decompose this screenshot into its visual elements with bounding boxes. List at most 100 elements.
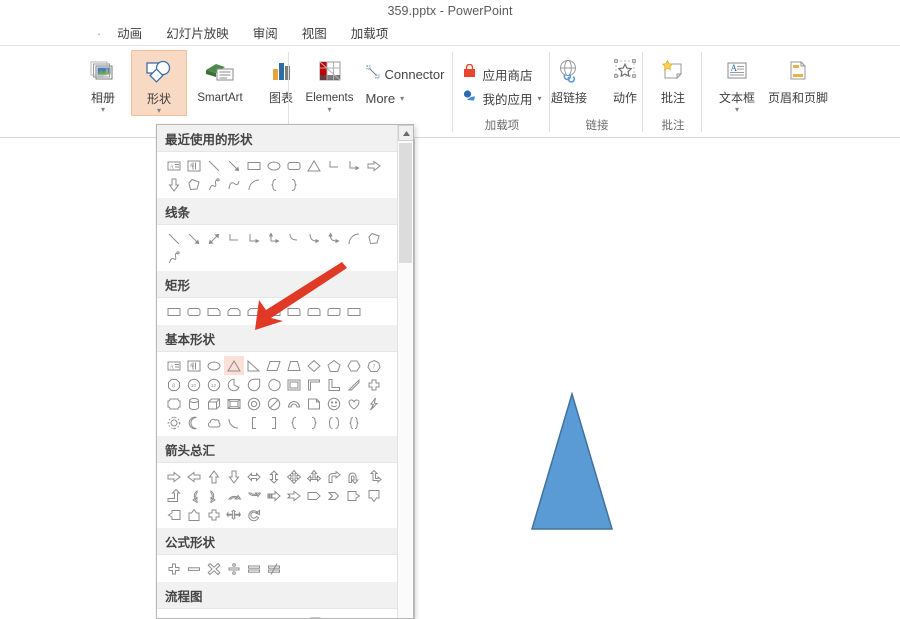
shape-parallelogram[interactable]	[264, 356, 284, 375]
shape-left-arrow[interactable]	[184, 467, 204, 486]
shape-l-shape[interactable]	[324, 375, 344, 394]
shape-double-bracket[interactable]	[324, 413, 344, 432]
elements-caret-icon[interactable]: ▾	[327, 106, 331, 114]
shape-chord[interactable]	[264, 375, 284, 394]
tab-review[interactable]: 审阅	[241, 23, 290, 45]
shape-dodecagon[interactable]: 12	[204, 375, 224, 394]
tab-animations[interactable]: 动画	[105, 23, 154, 45]
shape-round-diagonal-corner[interactable]	[324, 302, 344, 321]
shape-line-arrow[interactable]	[224, 156, 244, 175]
shape-left-bracket[interactable]	[244, 413, 264, 432]
shape-division-sign[interactable]	[224, 559, 244, 578]
shape-bevel[interactable]	[224, 394, 244, 413]
shape-fc-predefined-process[interactable]	[244, 613, 264, 619]
shape-down-arrow[interactable]	[164, 175, 184, 194]
shape-triangle[interactable]	[304, 156, 324, 175]
photo-album-caret-icon[interactable]: ▾	[101, 106, 105, 114]
shape-right-arrow[interactable]	[164, 467, 184, 486]
shape-diagonal-stripe[interactable]	[344, 375, 364, 394]
shape-fc-process[interactable]	[164, 613, 184, 619]
shape-rounded-rectangle[interactable]	[284, 156, 304, 175]
shape-fc-data[interactable]	[224, 613, 244, 619]
tab-partial[interactable]: ·	[97, 23, 105, 45]
shape-curve[interactable]	[224, 175, 244, 194]
shape-frame[interactable]	[284, 375, 304, 394]
shape-pentagon[interactable]	[324, 356, 344, 375]
shape-hexagon[interactable]	[344, 356, 364, 375]
shape-heart[interactable]	[344, 394, 364, 413]
shape-right-arrow-callout[interactable]	[344, 486, 364, 505]
shape-minus-sign[interactable]	[184, 559, 204, 578]
shape-u-turn-arrow[interactable]	[344, 467, 364, 486]
shape-text-box[interactable]: A	[164, 156, 184, 175]
shapes-gallery-dropdown[interactable]: 最近使用的形状 AA 线条 矩形 基本形状 AA781012 箭头总汇	[156, 124, 414, 619]
shape-oval[interactable]	[204, 356, 224, 375]
shape-quad-arrow[interactable]	[284, 467, 304, 486]
shape-fc-preparation[interactable]	[344, 613, 364, 619]
comment-button[interactable]: 批注	[645, 50, 701, 105]
shape-donut[interactable]	[244, 394, 264, 413]
shape-text-box[interactable]: A	[164, 356, 184, 375]
shape-elbow-arrow-connector[interactable]	[344, 156, 364, 175]
shape-multiply-sign[interactable]	[204, 559, 224, 578]
shape-left-brace[interactable]	[284, 413, 304, 432]
shape-right-bracket[interactable]	[264, 413, 284, 432]
tab-addins[interactable]: 加载项	[339, 23, 401, 45]
shape-striped-right-arrow[interactable]	[264, 486, 284, 505]
shape-vertical-text-box[interactable]: A	[184, 156, 204, 175]
shapes-caret-icon[interactable]: ▾	[157, 107, 161, 115]
shape-decagon[interactable]: 10	[184, 375, 204, 394]
shape-cross[interactable]	[364, 375, 384, 394]
gallery-scrollbar[interactable]	[397, 125, 413, 618]
shape-curved-arrow-connector[interactable]	[304, 229, 324, 248]
shape-chevron[interactable]	[324, 486, 344, 505]
shape-freeform[interactable]	[364, 229, 384, 248]
shape-right-arrow[interactable]	[364, 156, 384, 175]
shape-pentagon-arrow[interactable]	[304, 486, 324, 505]
shape-left-right-arrow[interactable]	[244, 467, 264, 486]
shape-elbow-double-arrow[interactable]	[264, 229, 284, 248]
connector-button[interactable]: Connector	[363, 62, 448, 86]
shape-fc-decision[interactable]	[204, 613, 224, 619]
shape-vertical-text-box[interactable]: A	[184, 356, 204, 375]
more-caret-icon[interactable]: ▾	[400, 95, 404, 103]
shape-arc[interactable]	[344, 229, 364, 248]
shape-curved-connector[interactable]	[284, 229, 304, 248]
shape-bent-up-arrow[interactable]	[164, 486, 184, 505]
shape-down-arrow[interactable]	[224, 467, 244, 486]
shape-arc-shape[interactable]	[224, 413, 244, 432]
shape-cloud[interactable]	[204, 413, 224, 432]
shape-snip-and-round-corner[interactable]	[264, 302, 284, 321]
shape-snip-same-side-corner[interactable]	[224, 302, 244, 321]
shape-bent-arrow[interactable]	[324, 467, 344, 486]
shape-fc-alternate-process[interactable]	[184, 613, 204, 619]
more-button[interactable]: More ▾	[363, 86, 448, 110]
text-box-button[interactable]: A 文本框 ▾	[709, 50, 765, 114]
tab-slideshow[interactable]: 幻灯片放映	[154, 23, 241, 45]
shape-snip-single-corner[interactable]	[204, 302, 224, 321]
shape-half-frame[interactable]	[304, 375, 324, 394]
shape-diamond[interactable]	[304, 356, 324, 375]
shape-arc[interactable]	[244, 175, 264, 194]
shape-teardrop[interactable]	[244, 375, 264, 394]
shape-right-brace[interactable]	[284, 175, 304, 194]
shape-curved-up-arrow[interactable]	[224, 486, 244, 505]
shape-elbow-connector[interactable]	[324, 156, 344, 175]
shape-line[interactable]	[204, 156, 224, 175]
shape-not-equal-sign[interactable]	[264, 559, 284, 578]
shape-smiley-face[interactable]	[324, 394, 344, 413]
shape-notched-right-arrow[interactable]	[284, 486, 304, 505]
shape-curved-down-arrow[interactable]	[244, 486, 264, 505]
shape-moon[interactable]	[184, 413, 204, 432]
shape-no-symbol[interactable]	[264, 394, 284, 413]
shape-snip-diagonal-corner[interactable]	[244, 302, 264, 321]
shape-fc-terminator[interactable]	[324, 613, 344, 619]
shape-left-right-up-arrow[interactable]	[304, 467, 324, 486]
shape-up-down-arrow[interactable]	[264, 467, 284, 486]
photo-album-button[interactable]: 相册 ▾	[75, 50, 131, 114]
shape-elbow-connector[interactable]	[224, 229, 244, 248]
shape-curved-left-arrow[interactable]	[184, 486, 204, 505]
shape-double-brace[interactable]	[344, 413, 364, 432]
shape-round-single-corner[interactable]	[284, 302, 304, 321]
shape-left-up-arrow[interactable]	[364, 467, 384, 486]
